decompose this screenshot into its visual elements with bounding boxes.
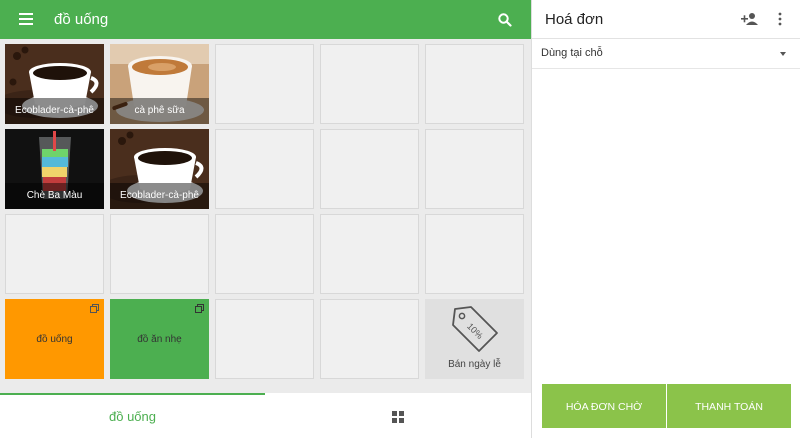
- promo-label: Bán ngày lễ: [448, 359, 501, 370]
- category-label: đồ uống: [36, 334, 73, 345]
- empty-tile: [425, 214, 524, 294]
- dine-option-select[interactable]: Dùng tại chỗ: [532, 39, 800, 69]
- promo-badge: 10%: [465, 321, 485, 341]
- bottom-nav: đồ uống: [0, 393, 531, 438]
- product-name: Chè Ba Màu: [5, 183, 104, 209]
- add-person-icon[interactable]: [741, 12, 759, 26]
- product-name: Ecoblader-cà-phê: [110, 183, 209, 209]
- empty-tile: [215, 129, 314, 209]
- tab-category[interactable]: đồ uống: [0, 395, 265, 438]
- empty-tile: [215, 44, 314, 124]
- menu-icon[interactable]: [19, 12, 33, 26]
- category-tile-drinks[interactable]: đồ uống: [5, 299, 104, 379]
- search-icon[interactable]: [497, 12, 513, 28]
- dropdown-arrow-icon: [780, 52, 786, 56]
- product-name: Ecoblader-cà-phê: [5, 98, 104, 124]
- product-pane: đồ uống Ecoblader-cà-phê cà phê sữa Chè …: [0, 0, 531, 438]
- invoice-pane: Hoá đơn Dùng tại chỗ HÓA ĐƠN CHỜ THANH T…: [531, 0, 800, 438]
- empty-tile: [110, 214, 209, 294]
- empty-tile: [425, 44, 524, 124]
- category-label: đồ ăn nhẹ: [137, 334, 182, 345]
- category-tile-snacks[interactable]: đồ ăn nhẹ: [110, 299, 209, 379]
- stack-icon: [195, 304, 204, 313]
- category-title: đồ uống: [54, 11, 109, 28]
- product-tile[interactable]: Chè Ba Màu: [5, 129, 104, 209]
- product-tile[interactable]: Ecoblader-cà-phê: [5, 44, 104, 124]
- empty-tile: [320, 129, 419, 209]
- checkout-button[interactable]: THANH TOÁN: [667, 384, 791, 428]
- stack-icon: [90, 304, 99, 313]
- empty-tile: [5, 214, 104, 294]
- promo-tile[interactable]: 10% Bán ngày lễ: [425, 299, 524, 379]
- product-name: cà phê sữa: [110, 98, 209, 124]
- empty-tile: [320, 214, 419, 294]
- top-app-bar: đồ uống: [0, 0, 531, 39]
- empty-tile: [215, 214, 314, 294]
- empty-tile: [215, 299, 314, 379]
- invoice-header: Hoá đơn: [532, 0, 800, 39]
- dine-option-value: Dùng tại chỗ: [541, 47, 603, 59]
- empty-tile: [425, 129, 524, 209]
- price-tag-icon: 10%: [452, 306, 498, 352]
- product-tile[interactable]: Ecoblader-cà-phê: [110, 129, 209, 209]
- empty-tile: [320, 44, 419, 124]
- tab-grid[interactable]: [265, 395, 531, 438]
- grid-icon: [392, 411, 404, 423]
- product-tile[interactable]: cà phê sữa: [110, 44, 209, 124]
- empty-tile: [320, 299, 419, 379]
- product-grid: Ecoblader-cà-phê cà phê sữa Chè Ba Màu E…: [5, 44, 527, 380]
- hold-invoice-button[interactable]: HÓA ĐƠN CHỜ: [542, 384, 666, 428]
- more-vert-icon[interactable]: [777, 12, 783, 26]
- invoice-title: Hoá đơn: [545, 11, 604, 28]
